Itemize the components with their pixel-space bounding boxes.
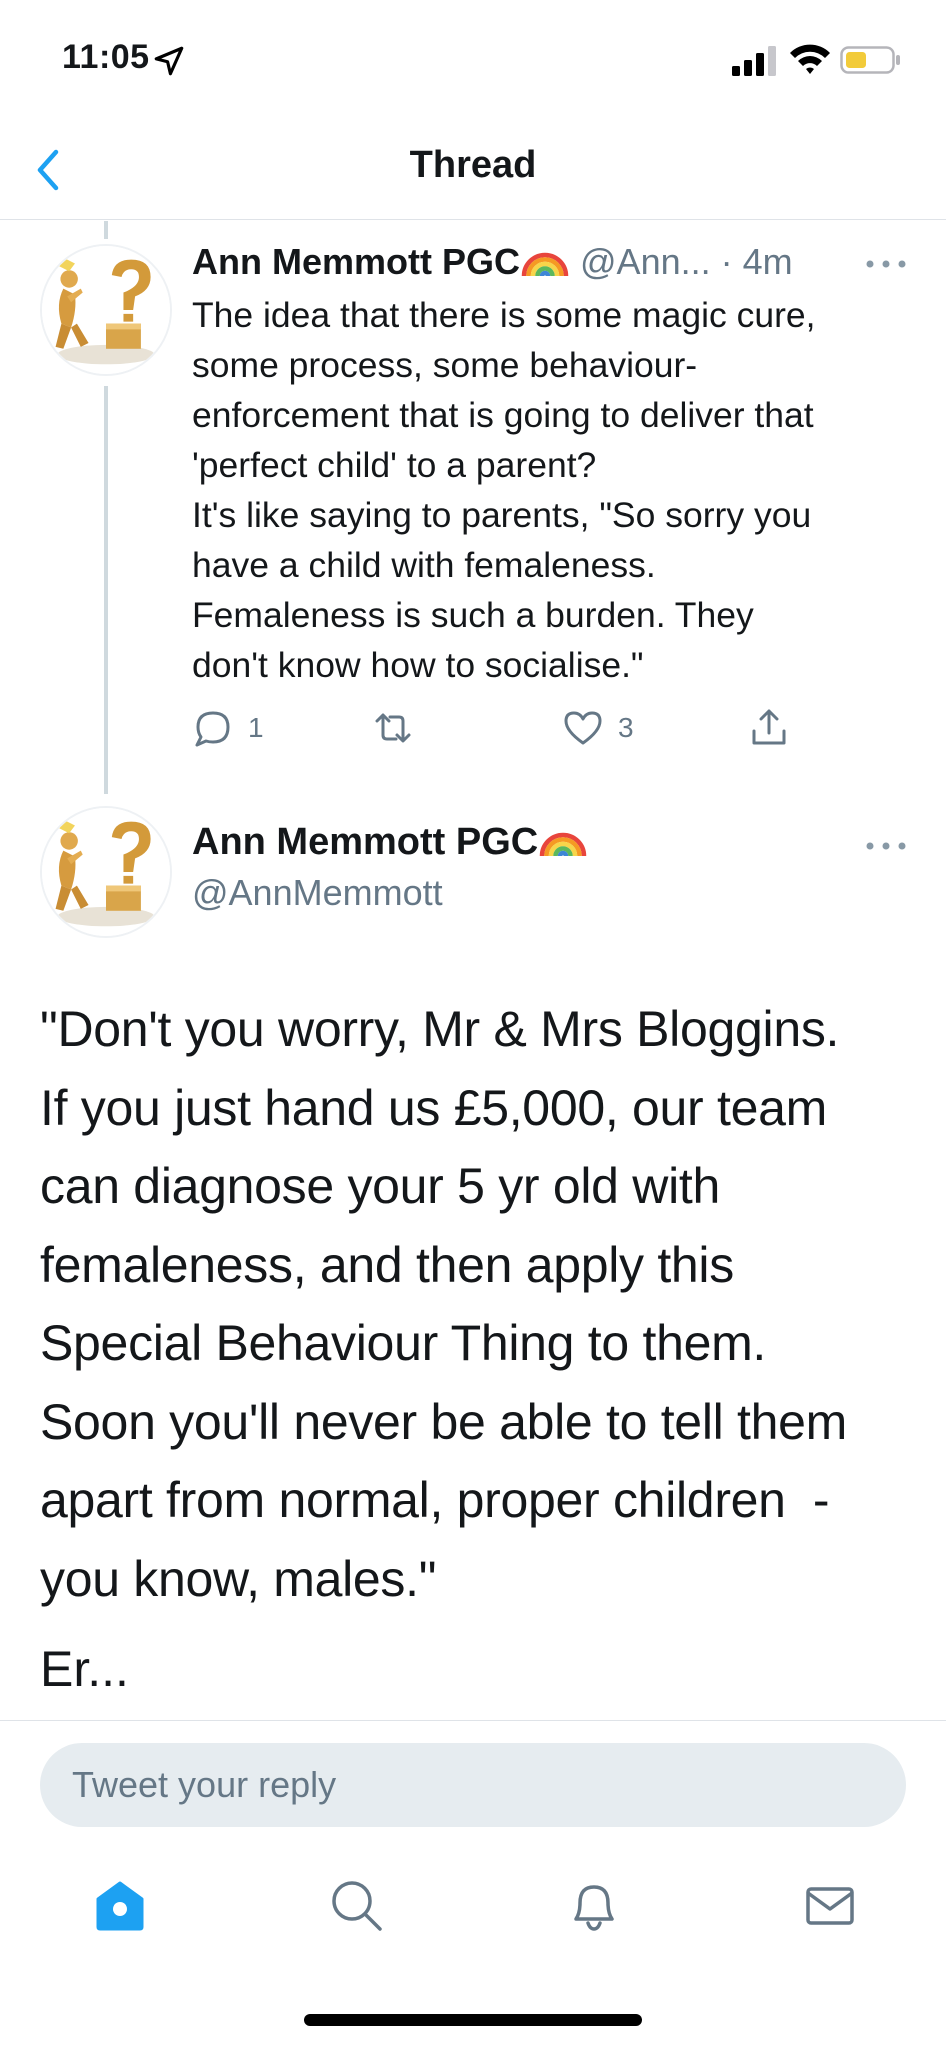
like-count: 3	[618, 712, 634, 743]
author-handle[interactable]: @AnnMemmott	[192, 872, 443, 914]
tab-bar	[0, 1845, 946, 1965]
cellular-signal-icon	[732, 46, 776, 76]
nav-bar: Thread	[0, 120, 946, 220]
thinker-question-mark-avatar-icon	[42, 808, 170, 936]
like-button[interactable]: 3	[562, 700, 634, 756]
reply-bar	[0, 1720, 946, 1844]
search-icon	[332, 1881, 382, 1931]
tweet-timestamp: · 4m	[720, 241, 793, 282]
tweet-text-continuation: Er...	[40, 1641, 129, 1697]
avatar[interactable]	[40, 806, 172, 938]
author-name-text: Ann Memmott PGC	[192, 821, 539, 863]
tab-search[interactable]	[326, 1875, 386, 1935]
more-options-icon[interactable]	[864, 254, 908, 274]
reply-button[interactable]: 1	[192, 700, 264, 756]
tweet-text: "Don't you worry, Mr & Mrs Bloggins. If …	[40, 1001, 847, 1607]
tweet-text: The idea that there is some magic cure, …	[192, 295, 816, 685]
status-time: 11:05	[62, 38, 150, 76]
status-bar: 11:05	[0, 0, 946, 120]
avatar[interactable]	[40, 244, 172, 376]
tab-notifications[interactable]	[564, 1875, 624, 1935]
share-button[interactable]	[748, 700, 790, 756]
home-icon	[96, 1881, 144, 1931]
mail-icon	[806, 1887, 854, 1925]
rainbow-icon	[539, 832, 587, 857]
retweet-button[interactable]	[372, 700, 414, 756]
rainbow-icon	[521, 252, 569, 277]
author-name[interactable]: Ann Memmott PGC	[192, 818, 588, 864]
page-title: Thread	[409, 144, 537, 186]
wifi-icon	[790, 44, 830, 74]
thread-connector-line	[104, 386, 108, 794]
author-handle[interactable]: @Ann...	[580, 241, 711, 282]
heart-icon	[564, 711, 602, 745]
share-icon	[752, 709, 786, 745]
bell-icon	[574, 1885, 614, 1931]
tweet-actions: 1 3	[192, 700, 812, 756]
battery-icon	[840, 46, 900, 74]
retweet-icon	[375, 713, 411, 743]
thread-connector-line	[104, 221, 108, 239]
tweet-header: Ann Memmott PGC @Ann... · 4m	[192, 238, 912, 288]
reply-count: 1	[248, 712, 264, 743]
reply-icon	[195, 711, 230, 747]
reply-input[interactable]	[40, 1743, 906, 1827]
location-arrow-icon	[154, 46, 184, 76]
home-indicator[interactable]	[304, 2014, 642, 2026]
thinker-question-mark-avatar-icon	[42, 246, 170, 374]
tab-home[interactable]	[90, 1875, 150, 1935]
more-options-icon[interactable]	[864, 836, 908, 856]
tab-messages[interactable]	[800, 1875, 860, 1935]
author-name[interactable]: Ann Memmott PGC	[192, 241, 520, 282]
